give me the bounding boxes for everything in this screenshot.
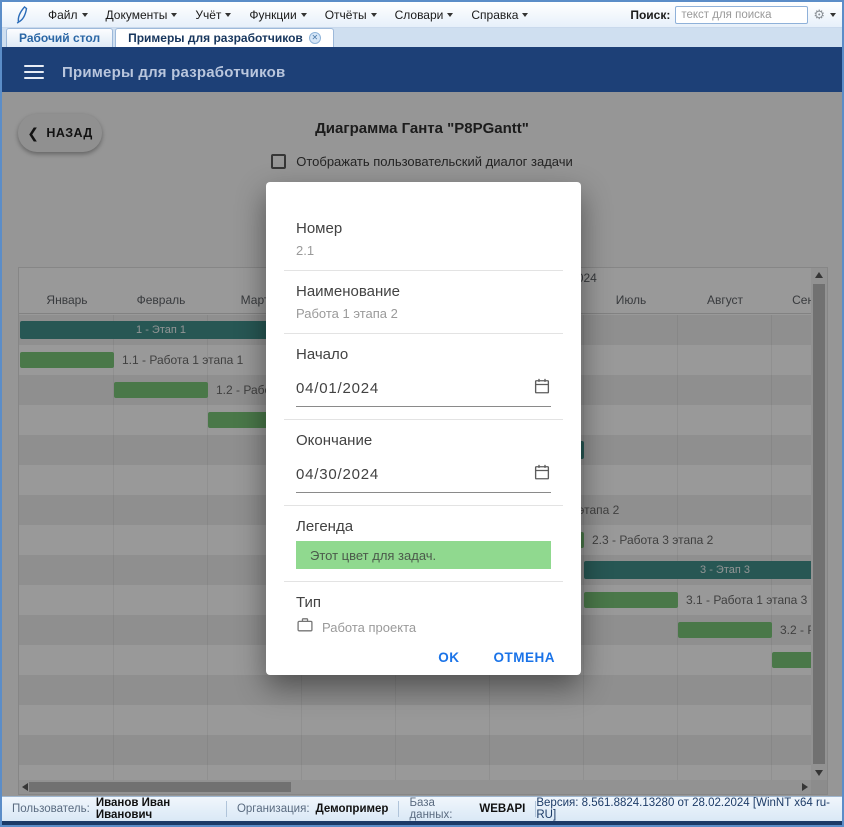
field-label: Наименование — [296, 283, 551, 300]
briefcase-icon — [296, 617, 314, 638]
status-value: WEBAPI — [479, 803, 525, 815]
app-header: Примеры для разработчиков — [2, 52, 842, 92]
menu-item-label: Функции — [249, 8, 296, 22]
status-group: Пользователь:Иванов Иван Иванович — [10, 801, 227, 817]
menu-item-4[interactable]: Функции — [241, 5, 314, 25]
status-bar-strip — [2, 821, 842, 825]
dialog-field-text: Номер 2.1 — [266, 208, 581, 270]
tab-2[interactable]: Примеры для разработчиков ✕ — [115, 28, 334, 47]
field-label: Легенда — [296, 518, 551, 535]
tab-close-icon[interactable]: ✕ — [309, 32, 321, 44]
date-value: 04/01/2024 — [296, 380, 379, 397]
field-value: Работа 1 этапа 2 — [296, 306, 551, 321]
menu-item-7[interactable]: Справка — [463, 5, 536, 25]
dialog-field-date: Начало 04/01/2024 — [266, 334, 581, 419]
app-header-title: Примеры для разработчиков — [62, 64, 285, 81]
tab-label: Рабочий стол — [19, 31, 100, 45]
app-window: Файл Документы Учёт Функции Отчёты Словари Спр… — [0, 0, 844, 827]
field-value: 2.1 — [296, 243, 551, 258]
tab-1[interactable]: Рабочий стол — [6, 28, 113, 47]
status-value: Демопример — [316, 803, 389, 815]
main-menu: Файл Документы Учёт Функции Отчёты Словари Спр… — [40, 5, 536, 25]
chevron-down-icon — [171, 13, 177, 17]
menu-item-label: Словари — [395, 8, 444, 22]
chevron-down-icon — [522, 13, 528, 17]
dialog-field-type: Тип Работа проекта — [266, 582, 581, 650]
menu-item-2[interactable]: Документы — [98, 5, 186, 25]
dialog-field-legend: Легенда Этот цвет для задач. — [266, 506, 581, 581]
chevron-down-icon — [82, 13, 88, 17]
status-value: Иванов Иван Иванович — [96, 797, 216, 821]
dialog-actions: OK ОТМЕНА — [266, 650, 581, 675]
dialog-field-date: Окончание 04/30/2024 — [266, 420, 581, 505]
status-group: Организация: Демопример — [227, 801, 400, 817]
date-value: 04/30/2024 — [296, 466, 379, 483]
search-input[interactable] — [675, 6, 808, 24]
hamburger-menu-icon[interactable] — [24, 65, 44, 79]
menu-item-label: Файл — [48, 8, 78, 22]
menu-item-3[interactable]: Учёт — [187, 5, 239, 25]
field-value: Работа проекта — [322, 620, 416, 635]
menu-item-1[interactable]: Файл — [40, 5, 96, 25]
chevron-down-icon — [447, 13, 453, 17]
menu-bar: Файл Документы Учёт Функции Отчёты Словари Спр… — [2, 2, 842, 28]
chevron-down-icon — [301, 13, 307, 17]
chevron-down-icon — [225, 13, 231, 17]
search-label: Поиск: — [630, 8, 670, 22]
status-row: Пользователь:Иванов Иван ИвановичОрганиз… — [2, 797, 842, 821]
date-input[interactable]: 04/01/2024 — [296, 377, 551, 407]
status-label: Организация: — [237, 803, 310, 815]
menu-item-6[interactable]: Словари — [387, 5, 462, 25]
status-bar: Пользователь:Иванов Иван ИвановичОрганиз… — [2, 796, 842, 825]
menu-item-label: Документы — [106, 8, 168, 22]
version-label: Версия: 8.561.8824.13280 от 28.02.2024 [… — [536, 797, 834, 821]
tab-bar: Рабочий стол Примеры для разработчиков ✕ — [2, 28, 842, 52]
field-label: Номер — [296, 220, 551, 237]
legend-color-box: Этот цвет для задач. — [296, 541, 551, 569]
field-label: Окончание — [296, 432, 551, 449]
app-logo-icon — [12, 5, 32, 25]
cancel-button[interactable]: ОТМЕНА — [494, 650, 556, 665]
page-content: ❮ НАЗАД Диаграмма Ганта "P8PGantt" Отобр… — [2, 92, 842, 796]
search-area: Поиск: ⚙ — [630, 6, 836, 24]
menu-item-label: Справка — [471, 8, 518, 22]
menu-item-label: Отчёты — [325, 8, 367, 22]
status-label: База данных: — [409, 797, 473, 821]
calendar-icon[interactable] — [533, 377, 551, 400]
ok-button[interactable]: OK — [438, 650, 459, 665]
date-input[interactable]: 04/30/2024 — [296, 463, 551, 493]
tab-label: Примеры для разработчиков — [128, 31, 303, 45]
task-type-row: Работа проекта — [296, 617, 551, 638]
status-label: Пользователь: — [12, 803, 90, 815]
chevron-down-icon — [371, 13, 377, 17]
dialog-field-text: Наименование Работа 1 этапа 2 — [266, 271, 581, 333]
search-options-caret-icon[interactable] — [830, 13, 836, 17]
task-dialog: Номер 2.1 Наименование Работа 1 этапа 2 Нача… — [266, 182, 581, 675]
field-label: Начало — [296, 346, 551, 363]
menu-item-5[interactable]: Отчёты — [317, 5, 385, 25]
calendar-icon[interactable] — [533, 463, 551, 486]
menu-item-label: Учёт — [195, 8, 221, 22]
gear-icon[interactable]: ⚙ — [813, 8, 825, 21]
status-group: База данных:WEBAPI — [399, 801, 536, 817]
field-label: Тип — [296, 594, 551, 611]
